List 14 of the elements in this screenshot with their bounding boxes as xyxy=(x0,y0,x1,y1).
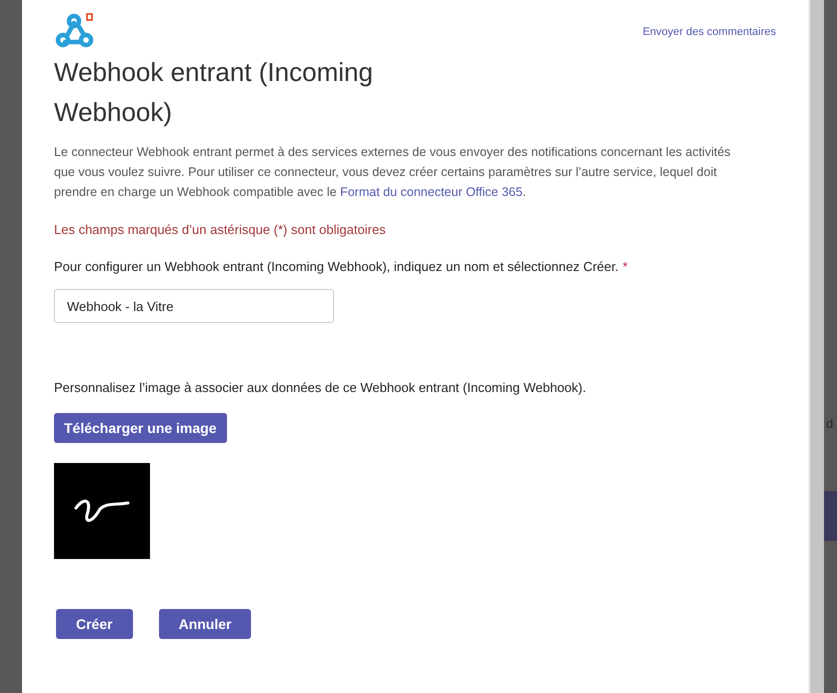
create-button[interactable]: Créer xyxy=(56,609,133,639)
name-label: Pour configurer un Webhook entrant (Incoming Webhook), indiquez un nom et sélectionnez Créer. xyxy=(54,259,619,274)
feedback-link[interactable]: Envoyer des commentaires xyxy=(642,26,776,38)
format-link[interactable]: Format du connecteur Office 365 xyxy=(340,185,523,199)
name-input[interactable]: Webhook - la Vitre xyxy=(54,289,334,323)
image-label: Personnalisez l’image à associer aux données de ce Webhook entrant (Incoming Webhook). xyxy=(54,380,588,395)
webhook-logo-icon xyxy=(54,12,96,50)
scrollbar[interactable] xyxy=(808,0,824,693)
upload-image-button[interactable]: Télécharger une image xyxy=(54,413,227,443)
cancel-button[interactable]: Annuler xyxy=(158,609,252,639)
required-mark: * xyxy=(622,259,628,274)
dialog-title: Webhook entrant (Incoming Webhook) xyxy=(54,56,374,129)
required-note: Les champs marqués d’un astérisque (*) sont obligatoires xyxy=(54,222,387,237)
description-text: Le connecteur Webhook entrant permet à des services externes de vous envoyer des notifications concernant les activités que vous voulez suivre. Pour utiliser ce connecteur, vous devez créer certains paramètres sur l’autre service, lequel doit prendre en charge un Webhook compatible avec le Format du connecteur Office 365. xyxy=(54,144,732,201)
